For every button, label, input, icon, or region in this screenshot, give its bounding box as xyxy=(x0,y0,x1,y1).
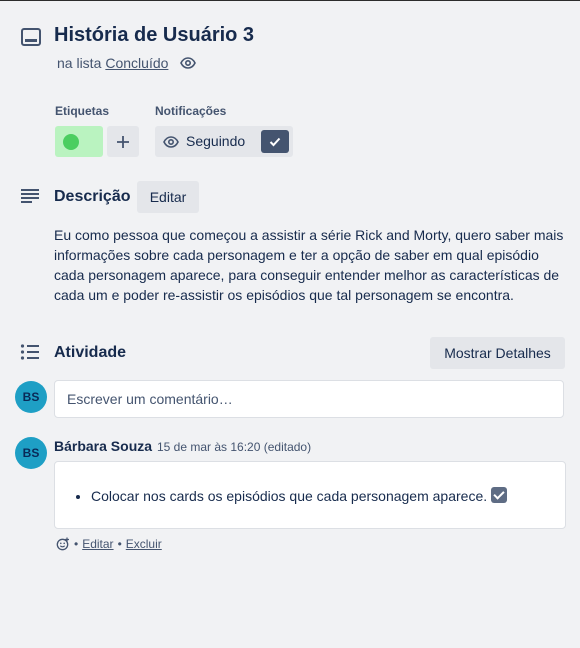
delete-comment-link[interactable]: Excluir xyxy=(126,537,162,551)
label-color-dot xyxy=(63,134,79,150)
check-icon xyxy=(261,130,289,153)
eye-icon xyxy=(163,134,179,150)
separator: • xyxy=(117,537,122,551)
edit-comment-link[interactable]: Editar xyxy=(82,537,113,551)
description-heading: Descrição xyxy=(54,188,131,205)
list-item: Colocar nos cards os episódios que cada … xyxy=(91,487,508,504)
labels-heading: Etiquetas xyxy=(55,104,110,118)
description-icon xyxy=(20,188,40,204)
comment-actions: • Editar • Excluir xyxy=(56,537,162,551)
card-list-info: na lista Concluído xyxy=(57,55,197,71)
separator: • xyxy=(74,537,79,551)
add-reaction-icon[interactable] xyxy=(56,537,70,551)
follow-label: Seguindo xyxy=(186,133,246,149)
card-icon xyxy=(20,27,42,47)
checkbox-emoji xyxy=(491,487,508,503)
comment-author[interactable]: Bárbara Souza xyxy=(54,438,152,454)
activity-heading: Atividade xyxy=(54,344,127,361)
follow-button[interactable]: Seguindo xyxy=(155,126,293,157)
plus-icon xyxy=(116,129,130,155)
comment-input[interactable]: Escrever um comentário… xyxy=(54,380,564,418)
add-label-button[interactable] xyxy=(107,126,139,157)
comment-timestamp[interactable]: 15 de mar às 16:20 (editado) xyxy=(157,440,311,454)
top-border xyxy=(0,0,580,1)
list-link[interactable]: Concluído xyxy=(105,55,168,71)
label-chip[interactable] xyxy=(55,126,103,157)
comment-list: Colocar nos cards os episódios que cada … xyxy=(91,487,508,504)
comment-bullet-text: Colocar nos cards os episódios que cada … xyxy=(91,488,488,504)
comment-author-avatar[interactable]: BS xyxy=(15,437,47,469)
edit-description-button[interactable]: Editar xyxy=(137,181,199,213)
list-prefix: na lista xyxy=(57,55,102,71)
description-text[interactable]: Eu como pessoa que começou a assistir a … xyxy=(54,225,564,305)
show-details-button[interactable]: Mostrar Detalhes xyxy=(430,337,565,369)
avatar[interactable]: BS xyxy=(15,381,47,413)
comment-body: Colocar nos cards os episódios que cada … xyxy=(54,461,566,529)
activity-icon xyxy=(20,344,40,360)
eye-icon[interactable] xyxy=(180,55,197,71)
notifications-heading: Notificações xyxy=(155,104,227,118)
card-title[interactable]: História de Usuário 3 xyxy=(54,24,254,47)
